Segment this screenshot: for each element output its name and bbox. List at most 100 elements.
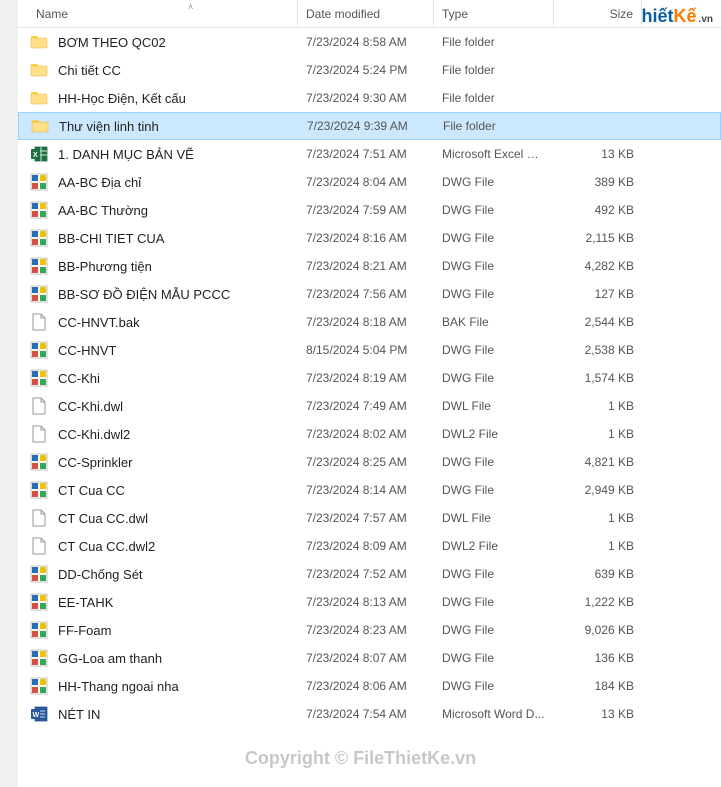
cell-name[interactable]: CT Cua CC.dwl	[18, 509, 298, 527]
column-header-type[interactable]: Type	[434, 0, 554, 27]
file-name-label: 1. DANH MỤC BẢN VẼ	[58, 147, 194, 162]
cell-name[interactable]: BB-SƠ ĐỒ ĐIỆN MẪU PCCC	[18, 285, 298, 303]
file-name-label: CC-Khi.dwl	[58, 399, 123, 414]
cell-name[interactable]: CC-Khi	[18, 369, 298, 387]
cell-name[interactable]: DD-Chống Sét	[18, 565, 298, 583]
column-header-overflow: FileThiết Kế.vn	[642, 0, 721, 27]
table-row[interactable]: CT Cua CC.dwl27/23/2024 8:09 AMDWL2 File…	[18, 532, 721, 560]
file-name-label: GG-Loa am thanh	[58, 651, 162, 666]
table-row[interactable]: CC-Khi7/23/2024 8:19 AMDWG File1,574 KB	[18, 364, 721, 392]
column-header-row: ˄ Name Date modified Type Size FileThiết…	[18, 0, 721, 28]
file-name-label: BB-SƠ ĐỒ ĐIỆN MẪU PCCC	[58, 287, 230, 302]
cell-name[interactable]: AA-BC Thường	[18, 201, 298, 219]
table-row[interactable]: FF-Foam7/23/2024 8:23 AMDWG File9,026 KB	[18, 616, 721, 644]
dwg-icon	[30, 593, 48, 611]
cell-size: 1 KB	[554, 539, 642, 553]
file-name-label: BB-CHI TIET CUA	[58, 231, 164, 246]
cell-date: 7/23/2024 7:56 AM	[298, 287, 434, 301]
cell-name[interactable]: Chi tiết CC	[18, 61, 298, 79]
cell-size: 2,538 KB	[554, 343, 642, 357]
cell-date: 7/23/2024 8:21 AM	[298, 259, 434, 273]
table-row[interactable]: X 1. DANH MỤC BẢN VẼ7/23/2024 7:51 AMMic…	[18, 140, 721, 168]
table-row[interactable]: AA-BC Địa chỉ7/23/2024 8:04 AMDWG File38…	[18, 168, 721, 196]
cell-name[interactable]: HH-Thang ngoai nha	[18, 677, 298, 695]
file-name-label: FF-Foam	[58, 623, 111, 638]
cell-type: DWG File	[434, 343, 554, 357]
cell-name[interactable]: W NÉT IN	[18, 705, 298, 723]
cell-date: 7/23/2024 5:24 PM	[298, 63, 434, 77]
cell-name[interactable]: BB-Phương tiện	[18, 257, 298, 275]
table-row[interactable]: BB-Phương tiện7/23/2024 8:21 AMDWG File4…	[18, 252, 721, 280]
cell-type: DWG File	[434, 203, 554, 217]
table-row[interactable]: CC-Khi.dwl27/23/2024 8:02 AMDWL2 File1 K…	[18, 420, 721, 448]
cell-type: DWG File	[434, 371, 554, 385]
table-row[interactable]: GG-Loa am thanh7/23/2024 8:07 AMDWG File…	[18, 644, 721, 672]
cell-date: 7/23/2024 8:04 AM	[298, 175, 434, 189]
column-header-name[interactable]: Name	[18, 0, 298, 27]
file-icon	[30, 509, 48, 527]
cell-name[interactable]: CC-Sprinkler	[18, 453, 298, 471]
folder-icon	[30, 33, 48, 51]
table-row[interactable]: BB-SƠ ĐỒ ĐIỆN MẪU PCCC7/23/2024 7:56 AMD…	[18, 280, 721, 308]
cell-name[interactable]: BB-CHI TIET CUA	[18, 229, 298, 247]
cell-name[interactable]: FF-Foam	[18, 621, 298, 639]
cell-name[interactable]: BƠM THEO QC02	[18, 33, 298, 51]
cell-name[interactable]: CT Cua CC	[18, 481, 298, 499]
left-gutter	[0, 0, 18, 787]
table-row[interactable]: CC-HNVT8/15/2024 5:04 PMDWG File2,538 KB	[18, 336, 721, 364]
file-name-label: CT Cua CC.dwl	[58, 511, 148, 526]
file-name-label: DD-Chống Sét	[58, 567, 143, 582]
excel-icon: X	[30, 145, 48, 163]
table-row[interactable]: W NÉT IN7/23/2024 7:54 AMMicrosoft Word …	[18, 700, 721, 728]
column-header-size[interactable]: Size	[554, 0, 642, 27]
cell-size: 492 KB	[554, 203, 642, 217]
watermark-bottom: Copyright © FileThietKe.vn	[0, 748, 721, 769]
cell-type: File folder	[434, 63, 554, 77]
table-row[interactable]: BB-CHI TIET CUA7/23/2024 8:16 AMDWG File…	[18, 224, 721, 252]
cell-type: DWG File	[434, 623, 554, 637]
cell-size: 184 KB	[554, 679, 642, 693]
cell-name[interactable]: CC-Khi.dwl2	[18, 425, 298, 443]
cell-name[interactable]: EE-TAHK	[18, 593, 298, 611]
cell-name[interactable]: AA-BC Địa chỉ	[18, 173, 298, 191]
cell-type: DWL2 File	[434, 539, 554, 553]
table-row[interactable]: CT Cua CC.dwl7/23/2024 7:57 AMDWL File1 …	[18, 504, 721, 532]
file-icon	[30, 537, 48, 555]
cell-type: Microsoft Excel W...	[434, 147, 554, 161]
cell-name[interactable]: CC-HNVT.bak	[18, 313, 298, 331]
file-name-label: HH-Thang ngoai nha	[58, 679, 179, 694]
cell-type: DWG File	[434, 483, 554, 497]
file-icon	[30, 397, 48, 415]
file-name-label: Thư viện linh tinh	[59, 119, 159, 134]
cell-type: DWG File	[434, 259, 554, 273]
cell-date: 7/23/2024 8:25 AM	[298, 455, 434, 469]
table-row[interactable]: CC-Khi.dwl7/23/2024 7:49 AMDWL File1 KB	[18, 392, 721, 420]
table-row[interactable]: CC-Sprinkler7/23/2024 8:25 AMDWG File4,8…	[18, 448, 721, 476]
table-row[interactable]: CT Cua CC7/23/2024 8:14 AMDWG File2,949 …	[18, 476, 721, 504]
cell-name[interactable]: GG-Loa am thanh	[18, 649, 298, 667]
table-row[interactable]: AA-BC Thường7/23/2024 7:59 AMDWG File492…	[18, 196, 721, 224]
cell-size: 136 KB	[554, 651, 642, 665]
cell-name[interactable]: CT Cua CC.dwl2	[18, 537, 298, 555]
table-row[interactable]: BƠM THEO QC027/23/2024 8:58 AMFile folde…	[18, 28, 721, 56]
cell-size: 389 KB	[554, 175, 642, 189]
cell-name[interactable]: CC-Khi.dwl	[18, 397, 298, 415]
table-row[interactable]: Thư viện linh tinh7/23/2024 9:39 AMFile …	[18, 112, 721, 140]
file-name-label: BB-Phương tiện	[58, 259, 152, 274]
dwg-icon	[30, 285, 48, 303]
table-row[interactable]: HH-Thang ngoai nha7/23/2024 8:06 AMDWG F…	[18, 672, 721, 700]
file-rows: BƠM THEO QC027/23/2024 8:58 AMFile folde…	[18, 28, 721, 728]
cell-name[interactable]: CC-HNVT	[18, 341, 298, 359]
cell-name[interactable]: HH-Học Điện, Kết cấu	[18, 89, 298, 107]
cell-type: DWL2 File	[434, 427, 554, 441]
cell-name[interactable]: Thư viện linh tinh	[19, 117, 299, 135]
column-header-date[interactable]: Date modified	[298, 0, 434, 27]
file-name-label: CC-HNVT	[58, 343, 117, 358]
table-row[interactable]: HH-Học Điện, Kết cấu7/23/2024 9:30 AMFil…	[18, 84, 721, 112]
cell-size: 1 KB	[554, 399, 642, 413]
table-row[interactable]: EE-TAHK7/23/2024 8:13 AMDWG File1,222 KB	[18, 588, 721, 616]
table-row[interactable]: DD-Chống Sét7/23/2024 7:52 AMDWG File639…	[18, 560, 721, 588]
cell-name[interactable]: X 1. DANH MỤC BẢN VẼ	[18, 145, 298, 163]
table-row[interactable]: Chi tiết CC7/23/2024 5:24 PMFile folder	[18, 56, 721, 84]
table-row[interactable]: CC-HNVT.bak7/23/2024 8:18 AMBAK File2,54…	[18, 308, 721, 336]
